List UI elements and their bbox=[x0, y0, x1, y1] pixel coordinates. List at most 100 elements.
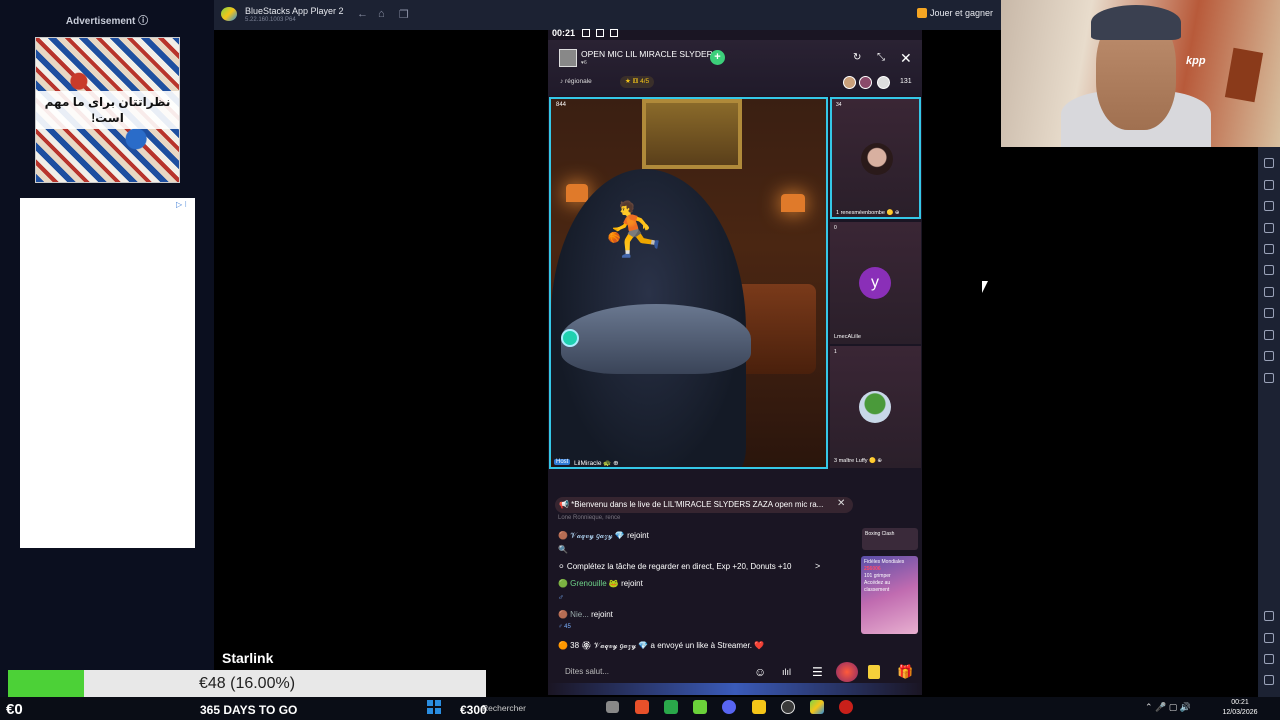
media-player-icon[interactable] bbox=[664, 700, 678, 714]
mouse-cursor-icon bbox=[982, 281, 988, 293]
close-icon[interactable]: ✕ bbox=[900, 50, 912, 67]
host-badge: Host bbox=[554, 459, 571, 465]
gift-box-icon[interactable] bbox=[868, 665, 880, 679]
sidebar-tool-icon[interactable] bbox=[1264, 330, 1274, 340]
follow-button[interactable]: + bbox=[710, 50, 725, 65]
viewer-avatar[interactable] bbox=[843, 76, 856, 89]
recent-apps-icon[interactable] bbox=[1264, 675, 1274, 685]
ad-label: Advertisement ⓘ bbox=[65, 16, 149, 27]
sidebar-tool-icon[interactable] bbox=[1264, 180, 1274, 190]
play-and-earn-button[interactable]: Jouer et gagner bbox=[917, 8, 993, 18]
sidebar-tool-icon[interactable] bbox=[1264, 351, 1274, 361]
bluestacks-taskbar-icon[interactable] bbox=[810, 700, 824, 714]
cap-brim bbox=[561, 304, 751, 374]
sidebar-tool-icon[interactable] bbox=[1264, 265, 1274, 275]
taskbar-clock-date[interactable]: 12/03/2026 bbox=[1222, 709, 1258, 716]
gift-button[interactable]: 🎁 bbox=[897, 664, 913, 680]
status-time: 00:21 bbox=[552, 28, 576, 38]
ranking-promo-text: 101 grimper bbox=[864, 573, 891, 579]
guest-name: 3 maître Luffy 🟡 ⊕ bbox=[834, 458, 883, 464]
chevron-right-icon[interactable]: > bbox=[815, 561, 820, 571]
lamp-right bbox=[781, 194, 805, 212]
chat-system-message[interactable]: ⚪ Complétez la tâche de regarder en dire… bbox=[558, 562, 792, 571]
guest-score: 1 bbox=[834, 349, 837, 355]
guest-score: 0 bbox=[834, 225, 837, 231]
guest-tile[interactable]: 1 3 maître Luffy 🟡 ⊕ bbox=[830, 346, 921, 468]
chat-message: 🟢 Grenouille 🐸 rejoint bbox=[558, 579, 643, 588]
tabs-icon[interactable]: ❐ bbox=[399, 8, 409, 21]
ranking-promo-score: 256006 bbox=[864, 566, 881, 572]
back-icon[interactable]: ← bbox=[357, 8, 368, 20]
guest-avatar[interactable] bbox=[861, 143, 893, 175]
chat-message: 🟤 Nie... rejoint bbox=[558, 610, 613, 619]
sidebar-tool-icon[interactable] bbox=[1264, 201, 1274, 211]
guest-tile[interactable]: 0 y LmecALille bbox=[830, 222, 921, 344]
room-likes: ♥6 bbox=[581, 60, 587, 66]
emoji-icon[interactable]: ☺ bbox=[754, 665, 766, 679]
discord-icon[interactable] bbox=[722, 700, 736, 714]
donation-start-amount: €0 bbox=[6, 701, 23, 718]
boxing-clash-promo[interactable]: Boxing Clash bbox=[862, 528, 918, 550]
chat-username[interactable]: 🟤 Nie... bbox=[558, 610, 589, 619]
welcome-banner: 📢 *Bienvenu dans le live de LIL'MIRACLE … bbox=[555, 497, 853, 513]
sidebar-tool-icon[interactable] bbox=[1264, 308, 1274, 318]
chat-text: rejoint bbox=[624, 531, 649, 540]
ad-blank-banner[interactable] bbox=[20, 198, 195, 548]
back-icon[interactable] bbox=[1264, 633, 1274, 643]
bluestacks-title: BlueStacks App Player 2 bbox=[245, 6, 344, 16]
host-name[interactable]: LilMiracle 🐢 ⊕ bbox=[574, 459, 619, 467]
home-icon[interactable] bbox=[1264, 654, 1274, 664]
viewer-avatar[interactable] bbox=[859, 76, 872, 89]
menu-icon[interactable]: ☰ bbox=[812, 665, 823, 679]
guest-name: 1 renesméenbombe 🟡 ⊕ bbox=[836, 210, 900, 216]
stars-badge[interactable]: ★ ⚅ 4/5 bbox=[620, 76, 655, 88]
welcome-close-icon[interactable]: ✕ bbox=[837, 498, 845, 509]
minimize-icon[interactable]: ⤡ bbox=[877, 52, 885, 63]
sidebar-tool-icon[interactable] bbox=[1264, 244, 1274, 254]
chat-user-badge: ♂ 45 bbox=[558, 624, 571, 630]
sidebar-tool-icon[interactable] bbox=[1264, 223, 1274, 233]
webcam-book bbox=[1224, 47, 1264, 103]
system-tray[interactable]: ⌃ 🎤 ▢ 🔊 bbox=[1145, 702, 1191, 713]
taskbar-clock-time[interactable]: 00:21 bbox=[1222, 699, 1258, 706]
file-explorer-icon[interactable] bbox=[752, 700, 766, 714]
chat-text: rejoint bbox=[618, 579, 643, 588]
donation-goal-label: Starlink bbox=[222, 650, 274, 666]
chat-username[interactable]: 🟢 Grenouille 🐸 bbox=[558, 579, 619, 588]
gift-effect-icon bbox=[561, 329, 579, 347]
event-icon[interactable] bbox=[836, 662, 858, 682]
home-icon[interactable]: ⌂ bbox=[378, 8, 385, 20]
settings-icon[interactable] bbox=[1264, 611, 1274, 621]
chat-username[interactable]: 🟤 𝒱𝒶𝓆𝓋𝓎 𝑔𝒶𝓏𝓎 💎 bbox=[558, 531, 625, 540]
chat-message: 🟤 𝒱𝒶𝓆𝓋𝓎 𝑔𝒶𝓏𝓎 💎 rejoint bbox=[558, 531, 649, 541]
guest-avatar[interactable]: y bbox=[859, 267, 891, 299]
room-avatar[interactable] bbox=[559, 49, 577, 67]
steam-icon[interactable] bbox=[781, 700, 795, 714]
audio-icon[interactable]: ılıl bbox=[782, 667, 791, 677]
guest-name: LmecALille bbox=[834, 334, 861, 340]
chat-input[interactable]: Dites salut... bbox=[556, 662, 746, 682]
ad-choices-icon[interactable]: ▷ ⁝ bbox=[176, 200, 187, 209]
webcam-person-cap bbox=[1091, 5, 1181, 40]
share-icon[interactable]: ↻ bbox=[853, 52, 861, 63]
region-tag[interactable]: ♪ régionale bbox=[560, 78, 592, 85]
windows-start-icon[interactable] bbox=[427, 700, 441, 714]
bluestacks-sidebar bbox=[1258, 147, 1280, 697]
sidebar-tool-icon[interactable] bbox=[1264, 373, 1274, 383]
host-video-tile[interactable]: ⛹ 844 Host LilMiracle 🐢 ⊕ bbox=[549, 97, 828, 469]
brave-browser-icon[interactable] bbox=[635, 700, 649, 714]
youtube-icon[interactable] bbox=[839, 700, 853, 714]
guest-avatar[interactable] bbox=[859, 391, 891, 423]
viewer-count[interactable]: 131 bbox=[900, 78, 912, 85]
task-view-icon[interactable] bbox=[606, 701, 619, 713]
chat-like-message: 🟠 38 🏵 𝒱𝒶𝓆𝓋𝓎 𝑔𝒶𝓏𝓎 💎 a envoyé un like à S… bbox=[558, 641, 765, 650]
viewer-avatar[interactable] bbox=[877, 76, 890, 89]
guest-score: 34 bbox=[836, 102, 842, 108]
sidebar-tool-icon[interactable] bbox=[1264, 158, 1274, 168]
jumpman-logo-icon: ⛹ bbox=[601, 201, 666, 259]
ranking-promo[interactable]: Fidèles Mondiales 256006 101 grimper Acc… bbox=[861, 556, 918, 634]
ad-image[interactable]: نظراتتان برای ما مهم است! bbox=[35, 37, 180, 183]
app-icon[interactable] bbox=[693, 700, 707, 714]
sidebar-tool-icon[interactable] bbox=[1264, 287, 1274, 297]
guest-tile[interactable]: 34 1 renesméenbombe 🟡 ⊕ bbox=[830, 97, 921, 219]
